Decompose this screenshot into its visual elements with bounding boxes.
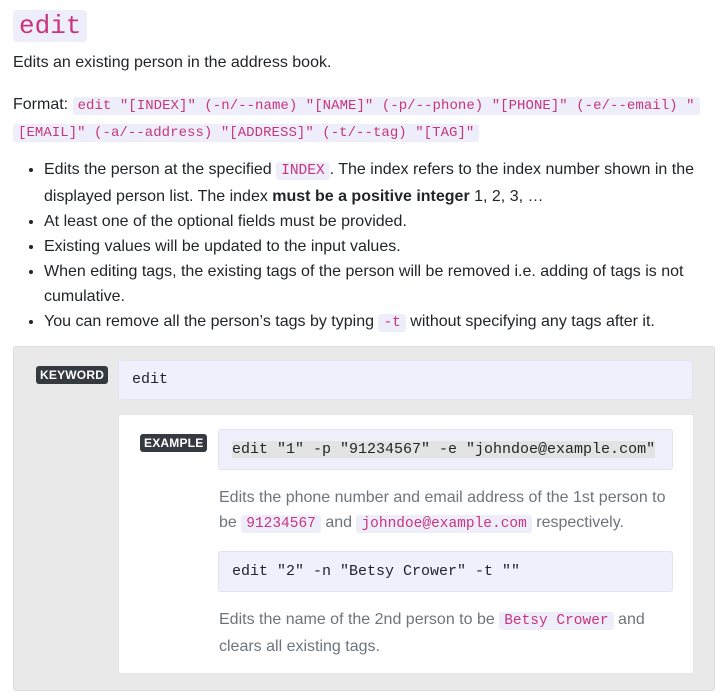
- list-item: At least one of the optional fields must…: [44, 209, 722, 234]
- example-text: respectively.: [531, 514, 624, 531]
- note-text: 1, 2, 3, …: [469, 188, 544, 205]
- example-description-1: Edits the phone number and email address…: [219, 485, 679, 537]
- note-text: Edits the person at the specified: [44, 161, 277, 178]
- note-emphasis: must be a positive integer: [272, 188, 470, 205]
- example-panel: EXAMPLE edit "1" -p "91234567" -e "johnd…: [118, 414, 694, 674]
- example-command-1[interactable]: edit "1" -p "91234567" -e "johndoe@examp…: [218, 429, 673, 470]
- tag-flag-code: -t: [378, 314, 406, 332]
- list-item: You can remove all the person’s tags by …: [44, 309, 722, 336]
- list-item: When editing tags, the existing tags of …: [44, 259, 722, 309]
- example-command-2[interactable]: edit "2" -n "Betsy Crower" -t "": [218, 551, 673, 592]
- list-item: Edits the person at the specified INDEX.…: [44, 157, 722, 209]
- page: edit Edits an existing person in the add…: [0, 0, 722, 700]
- example-text: Edits the name of the 2nd person to be: [219, 611, 500, 628]
- example-text: and: [320, 514, 357, 531]
- email-code: johndoe@example.com: [356, 515, 532, 533]
- name-code: Betsy Crower: [499, 612, 614, 630]
- note-text: You can remove all the person’s tags by …: [44, 313, 379, 330]
- keyword-value: edit: [118, 360, 693, 400]
- keyword-badge: KEYWORD: [36, 366, 109, 384]
- example-command-1-text: edit "1" -p "91234567" -e "johndoe@examp…: [232, 441, 656, 458]
- index-code: INDEX: [276, 162, 330, 180]
- format-line: Format: edit "[INDEX]" (-n/--name) "[NAM…: [13, 92, 713, 146]
- keyword-panel: KEYWORD edit EXAMPLE edit "1" -p "912345…: [13, 346, 715, 691]
- page-title: edit: [13, 10, 88, 42]
- list-item: Existing values will be updated to the i…: [44, 234, 722, 259]
- example-badge: EXAMPLE: [140, 434, 208, 452]
- notes-list: Edits the person at the specified INDEX.…: [13, 157, 722, 336]
- command-description: Edits an existing person in the address …: [13, 54, 332, 71]
- note-text: without specifying any tags after it.: [405, 313, 655, 330]
- phone-code: 91234567: [241, 515, 321, 533]
- example-description-2: Edits the name of the 2nd person to be B…: [219, 607, 679, 659]
- format-label: Format:: [13, 96, 69, 113]
- format-code: edit "[INDEX]" (-n/--name) "[NAME]" (-p/…: [13, 97, 700, 142]
